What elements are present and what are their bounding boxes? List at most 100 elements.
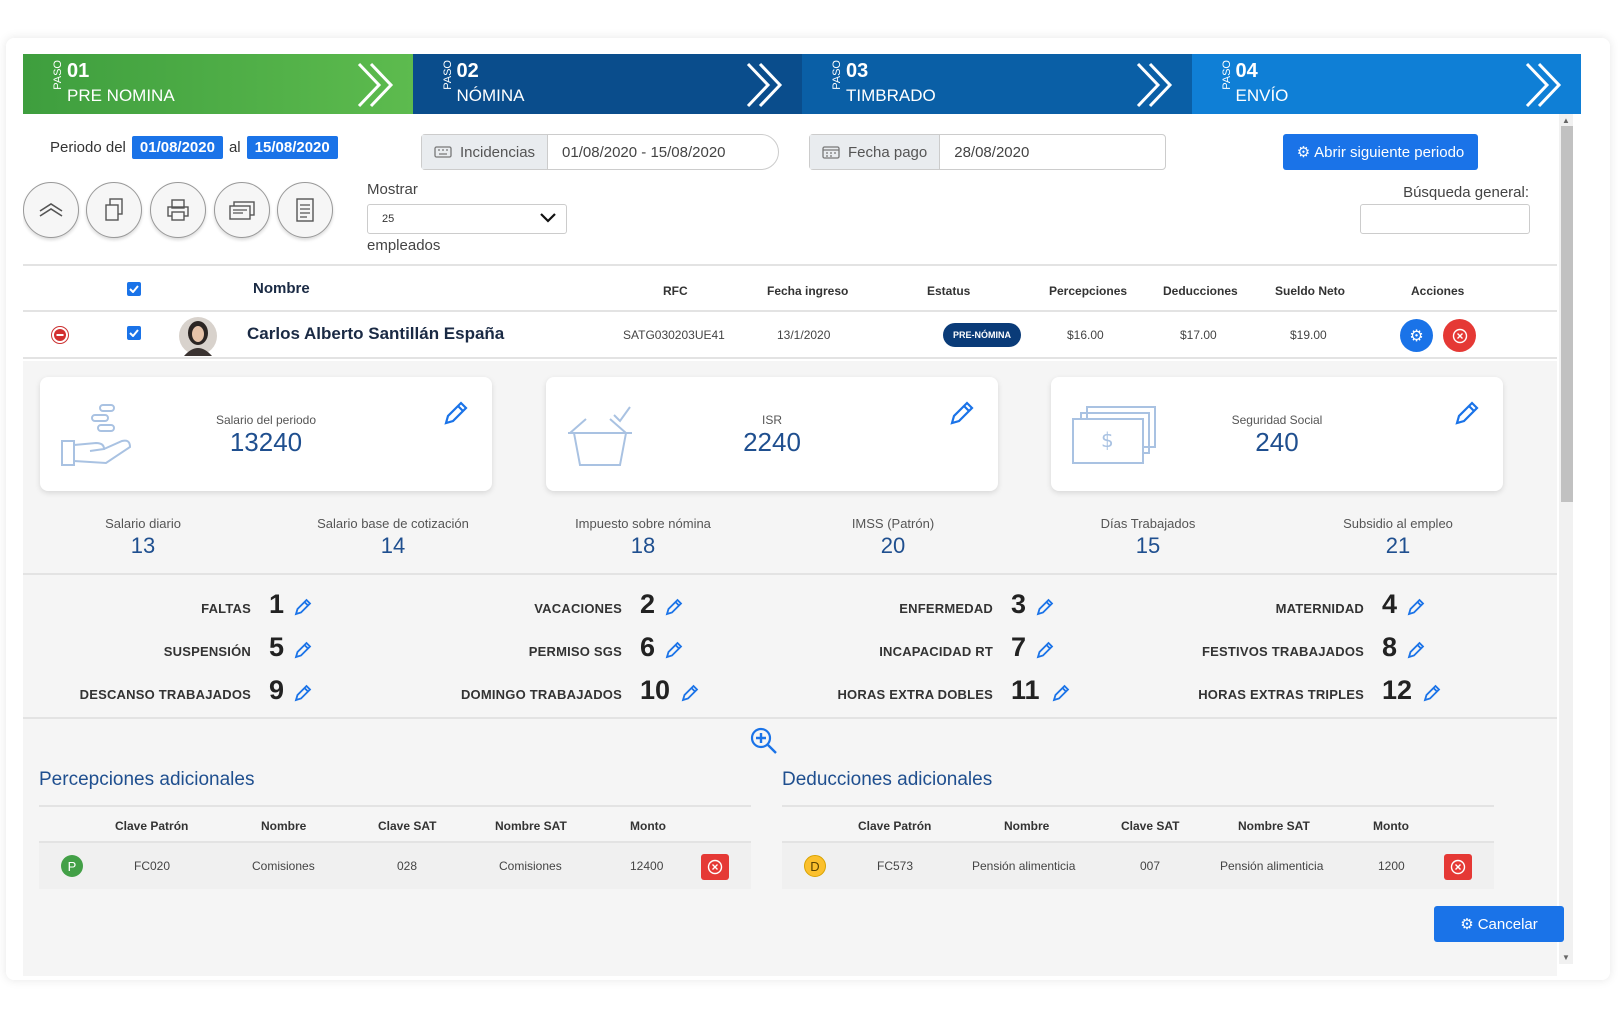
header-nombre[interactable]: Nombre — [253, 280, 310, 297]
incidencia-label: FESTIVOS TRABAJADOS — [1202, 644, 1364, 659]
incidencia-label: PERMISO SGS — [528, 644, 622, 659]
pencil-icon[interactable] — [293, 597, 313, 617]
header-fecha-ingreso[interactable]: Fecha ingreso — [767, 284, 848, 298]
document-button[interactable] — [277, 182, 333, 238]
pencil-icon[interactable] — [680, 683, 700, 703]
pencil-icon[interactable] — [1453, 399, 1481, 427]
pencil-icon[interactable] — [442, 399, 470, 427]
employees-table-header: Nombre RFC Fecha ingreso Estatus Percepc… — [23, 264, 1557, 312]
card-isr: ISR 2240 — [546, 377, 998, 491]
abrir-siguiente-periodo-button[interactable]: ⚙ Abrir siguiente periodo — [1283, 134, 1478, 170]
employee-sueldo-neto: $19.00 — [1290, 328, 1327, 342]
step-paso-label: PASO — [1220, 60, 1233, 90]
stat-label: Salario base de cotización — [317, 516, 469, 531]
cell-clave-sat: 028 — [397, 859, 418, 873]
pencil-icon[interactable] — [664, 640, 684, 660]
header-rfc[interactable]: RFC — [663, 284, 688, 298]
wizard-steps: PASO 01 PRE NOMINA PASO 02 NÓMINA PASO 0… — [23, 54, 1581, 114]
scrollbar-thumb[interactable] — [1561, 126, 1573, 502]
row-checkbox[interactable] — [127, 326, 141, 340]
pencil-icon[interactable] — [293, 640, 313, 660]
close-circle-icon — [707, 859, 723, 875]
print-icon — [167, 199, 189, 221]
table-row[interactable]: P FC020 Comisiones 028 Comisiones 12400 — [39, 843, 751, 889]
close-circle-icon — [1452, 328, 1467, 343]
chevron-right-icon — [1525, 62, 1562, 108]
row-delete-button[interactable] — [1443, 319, 1476, 352]
periodo-start-date: 01/08/2020 — [131, 136, 223, 159]
pencil-icon[interactable] — [1406, 597, 1426, 617]
collapse-row-button[interactable] — [51, 326, 69, 344]
stat-salario-diario: Salario diario 13 — [23, 516, 263, 559]
pencil-icon[interactable] — [664, 597, 684, 617]
step-pre-nomina[interactable]: PASO 01 PRE NOMINA — [23, 54, 413, 114]
periodo-end-date: 15/08/2020 — [246, 136, 338, 159]
pencil-icon[interactable] — [948, 399, 976, 427]
header-estatus[interactable]: Estatus — [927, 284, 970, 298]
incidencia-label: HORAS EXTRAS TRIPLES — [1198, 687, 1364, 702]
chevron-right-icon — [1136, 62, 1172, 108]
incidencia-value: 4 — [1382, 589, 1398, 619]
stat-subsidio-empleo: Subsidio al empleo 21 — [1278, 516, 1518, 559]
step-label: TIMBRADO — [846, 86, 936, 105]
check-icon — [129, 329, 139, 337]
incidencia-value: 11 — [1011, 675, 1040, 705]
header-deducciones[interactable]: Deducciones — [1163, 284, 1238, 298]
collapse-up-icon — [39, 203, 63, 217]
cell-nombre: Pensión alimenticia — [972, 859, 1076, 873]
step-envio[interactable]: PASO 04 ENVÍO — [1191, 54, 1581, 114]
divider — [23, 717, 1557, 719]
zoom-in-icon[interactable] — [749, 726, 779, 756]
employee-name[interactable]: Carlos Alberto Santillán España — [247, 324, 504, 344]
step-nomina[interactable]: PASO 02 NÓMINA — [412, 54, 802, 114]
deduccion-tag: D — [804, 855, 826, 877]
incidencia-value: 6 — [640, 632, 656, 662]
gear-icon: ⚙ — [1460, 916, 1474, 933]
step-timbrado[interactable]: PASO 03 TIMBRADO — [802, 54, 1192, 114]
page-size-select[interactable]: 25 — [367, 204, 567, 234]
copy-button[interactable] — [86, 182, 142, 238]
cards-button[interactable] — [214, 182, 270, 238]
scroll-up-icon[interactable]: ▲ — [1562, 116, 1570, 125]
col-clave-sat: Clave SAT — [378, 819, 437, 833]
pencil-icon[interactable] — [1422, 683, 1442, 703]
stat-dias-trabajados: Días Trabajados 15 — [1028, 516, 1268, 559]
cancelar-button[interactable]: ⚙ Cancelar — [1434, 906, 1564, 942]
incidencia-value: 12 — [1382, 675, 1413, 705]
avatar — [179, 317, 217, 356]
table-row[interactable]: Carlos Alberto Santillán España SATG0302… — [23, 312, 1557, 359]
pencil-icon[interactable] — [1035, 640, 1055, 660]
busqueda-input[interactable] — [1360, 204, 1530, 234]
vertical-scrollbar[interactable]: ▲ ▼ — [1559, 114, 1573, 964]
print-button[interactable] — [150, 182, 206, 238]
header-percepciones[interactable]: Percepciones — [1049, 284, 1127, 298]
mostrar-label: Mostrar — [367, 181, 418, 198]
chevron-down-icon — [540, 213, 556, 223]
fecha-pago-field[interactable]: Fecha pago 28/08/2020 — [809, 134, 1166, 170]
pencil-icon[interactable] — [1406, 640, 1426, 660]
gear-icon: ⚙ — [1409, 327, 1424, 345]
row-settings-button[interactable]: ⚙ — [1400, 319, 1433, 352]
col-nombre-sat: Nombre SAT — [495, 819, 567, 833]
scroll-down-icon[interactable]: ▼ — [1562, 953, 1570, 962]
incidencias-addon: Incidencias — [422, 135, 549, 169]
incidencias-field[interactable]: Incidencias 01/08/2020 - 15/08/2020 — [421, 134, 779, 170]
table-row[interactable]: D FC573 Pensión alimenticia 007 Pensión … — [782, 843, 1494, 889]
pencil-icon[interactable] — [1051, 683, 1071, 703]
pencil-icon[interactable] — [293, 683, 313, 703]
collapse-up-button[interactable] — [23, 182, 79, 238]
stat-imss-patron: IMSS (Patrón) 20 — [773, 516, 1013, 559]
stat-label: Impuesto sobre nómina — [575, 516, 711, 531]
pencil-icon[interactable] — [1035, 597, 1055, 617]
header-sueldo-neto[interactable]: Sueldo Neto — [1275, 284, 1345, 298]
minus-circle-icon — [54, 329, 66, 341]
gear-icon: ⚙ — [1296, 144, 1311, 161]
delete-percepcion-button[interactable] — [701, 854, 729, 880]
cell-monto: 12400 — [630, 859, 664, 873]
step-number: 01 — [67, 60, 90, 82]
col-monto: Monto — [1373, 819, 1409, 833]
stat-value: 15 — [1135, 533, 1161, 558]
delete-deduccion-button[interactable] — [1444, 854, 1472, 880]
col-nombre-sat: Nombre SAT — [1238, 819, 1310, 833]
select-all-checkbox[interactable] — [127, 282, 141, 296]
